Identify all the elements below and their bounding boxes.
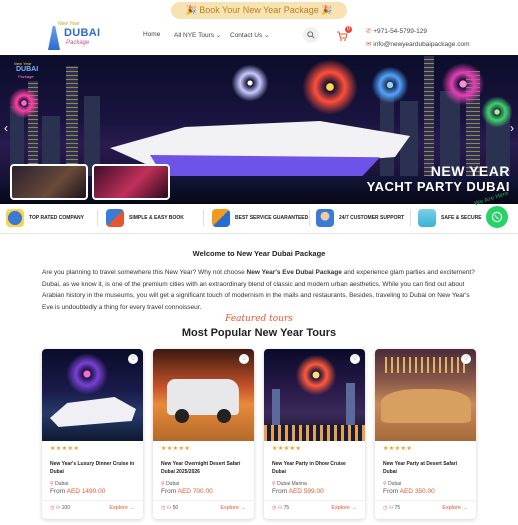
nav-all-tours[interactable]: All NYE Tours ⌄ (174, 31, 221, 39)
chevron-down-icon: ⌄ (213, 32, 222, 39)
logo-text-main: DUBAI (64, 27, 101, 39)
tour-meta: ◷ ⚇ 100 (50, 505, 70, 511)
tour-meta: ◷ ⚇ 50 (161, 505, 179, 511)
hero-title-line2: YACHT PARTY DUBAI (366, 179, 510, 194)
hero-title-line1: NEW YEAR (430, 163, 510, 179)
intro-highlight: New Year's Eve Dubai Package (246, 269, 342, 276)
cart-button[interactable]: 0 (336, 26, 352, 41)
hero-thumbnail[interactable] (92, 164, 170, 200)
tour-image (264, 349, 365, 441)
feature-label: SAFE & SECURE (441, 215, 482, 221)
rating-stars: ★★★★★ (50, 446, 80, 452)
rated-badge-icon (6, 209, 24, 227)
customer-support-icon (316, 209, 334, 227)
tour-price: From AED 1490.00 (50, 488, 106, 495)
whatsapp-button[interactable] (486, 206, 508, 228)
whatsapp-icon (491, 211, 503, 223)
secure-payment-icon (418, 209, 436, 227)
people-icon: ⚇ (166, 505, 172, 511)
wishlist-heart-icon[interactable]: ♡ (128, 354, 138, 364)
easy-book-icon (106, 209, 124, 227)
tour-location: ⚲ Dubai (50, 481, 69, 487)
email-link[interactable]: ✉ info@newyeardubaipackage.com (366, 40, 469, 48)
tour-location: ⚲ Dubai Marina (272, 481, 307, 487)
slider-next-icon[interactable]: › (510, 121, 514, 135)
wishlist-heart-icon[interactable]: ♡ (239, 354, 249, 364)
rating-stars: ★★★★★ (383, 446, 413, 452)
cart-count-badge: 0 (345, 26, 352, 33)
people-icon: ⚇ (388, 505, 394, 511)
hero-logo: New Year DUBAI Package (14, 61, 39, 79)
nav-home[interactable]: Home (143, 31, 160, 38)
tour-card[interactable]: ♡ ★★★★★ New Year Party in Dhow Cruise Du… (264, 349, 365, 519)
feature-item: TOP RATED COMPANY (6, 207, 84, 229)
feature-label: TOP RATED COMPANY (29, 215, 84, 221)
phone-link[interactable]: ✆ +971-54-5799-129 (366, 27, 427, 35)
nav-contact-label: Contact Us (230, 32, 263, 39)
tour-location: ⚲ Dubai (383, 481, 402, 487)
clock-icon: ◷ (383, 505, 388, 511)
clock-icon: ◷ (50, 505, 55, 511)
tour-card[interactable]: ♡ ★★★★★ New Year Party at Desert Safari … (375, 349, 476, 519)
tour-meta: ◷ ⚇ 75 (272, 505, 290, 511)
site-logo[interactable]: New Year DUBAI Package (44, 20, 106, 52)
clock-icon: ◷ (272, 505, 277, 511)
wishlist-heart-icon[interactable]: ♡ (350, 354, 360, 364)
rating-stars: ★★★★★ (272, 446, 302, 452)
nav-all-tours-label: All NYE Tours (174, 32, 214, 39)
search-button[interactable] (303, 27, 319, 43)
search-icon (307, 31, 315, 39)
feature-label: 24/7 CUSTOMER SUPPORT (339, 215, 405, 221)
featured-tours-label: Featured tours (225, 314, 293, 324)
feature-item: SIMPLE & EASY BOOK (106, 207, 184, 229)
tour-name[interactable]: New Year Party in Dhow Cruise Dubai (272, 460, 360, 476)
logo-text-bottom: Package (66, 40, 90, 46)
tour-image (153, 349, 254, 441)
rating-stars: ★★★★★ (161, 446, 191, 452)
explore-link[interactable]: Explore → (109, 505, 135, 511)
tour-name[interactable]: New Year's Luxury Dinner Cruise in Dubai (50, 460, 138, 476)
site-header: New Year DUBAI Package Home All NYE Tour… (0, 18, 518, 54)
top-banner: 🎉 Book Your New Year Package 🎉 (0, 0, 518, 19)
tour-meta: ◷ ⚇ 75 (383, 505, 401, 511)
section-title: Most Popular New Year Tours (181, 327, 337, 339)
tour-name[interactable]: New Year Party at Desert Safari Dubai (383, 460, 471, 476)
feature-item: BEST SERVICE GUARANTEED (212, 207, 308, 229)
people-icon: ⚇ (55, 505, 61, 511)
email-address: info@newyeardubaipackage.com (373, 41, 470, 48)
clock-icon: ◷ (161, 505, 166, 511)
tour-location: ⚲ Dubai (161, 481, 180, 487)
tour-card[interactable]: ♡ ★★★★★ New Year's Luxury Dinner Cruise … (42, 349, 143, 519)
explore-link[interactable]: Explore → (442, 505, 468, 511)
feature-label: BEST SERVICE GUARANTEED (235, 215, 309, 221)
explore-link[interactable]: Explore → (331, 505, 357, 511)
book-package-button[interactable]: 🎉 Book Your New Year Package 🎉 (171, 2, 347, 19)
people-icon: ⚇ (277, 505, 283, 511)
slider-prev-icon[interactable]: ‹ (4, 121, 8, 135)
explore-link[interactable]: Explore → (220, 505, 246, 511)
intro-paragraph: Are you planning to travel somewhere thi… (42, 269, 475, 311)
feature-item: SAFE & SECURE (418, 207, 482, 229)
tour-price: From AED 350.00 (383, 488, 435, 495)
feature-label: SIMPLE & EASY BOOK (129, 215, 184, 221)
chevron-down-icon: ⌄ (262, 32, 270, 39)
tour-price: From AED 599.00 (272, 488, 324, 495)
features-strip: TOP RATED COMPANY SIMPLE & EASY BOOK BES… (0, 207, 518, 229)
tour-price: From AED 700.00 (161, 488, 213, 495)
tour-card[interactable]: ♡ ★★★★★ New Year Overnight Desert Safari… (153, 349, 254, 519)
hero-thumbnail[interactable] (10, 164, 88, 200)
wishlist-heart-icon[interactable]: ♡ (461, 354, 471, 364)
feature-item: 24/7 CUSTOMER SUPPORT (316, 207, 404, 229)
service-guarantee-icon (212, 209, 230, 227)
tour-image (375, 349, 476, 441)
burj-khalifa-icon (48, 26, 60, 50)
nav-contact[interactable]: Contact Us ⌄ (230, 31, 269, 39)
tour-name[interactable]: New Year Overnight Desert Safari Dubai 2… (161, 460, 249, 476)
tour-image (42, 349, 143, 441)
phone-number: +971-54-5799-129 (373, 28, 427, 35)
welcome-heading: Welcome to New Year Dubai Package (192, 249, 326, 258)
